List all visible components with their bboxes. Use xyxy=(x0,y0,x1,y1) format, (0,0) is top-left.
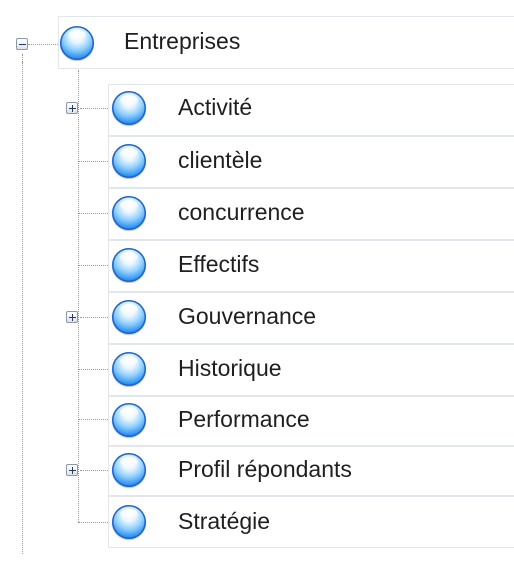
tree-node-concurrence[interactable] xyxy=(108,188,514,240)
minus-icon xyxy=(19,44,26,45)
globe-node-icon xyxy=(112,144,146,178)
tree-node-strategie[interactable] xyxy=(108,496,514,548)
tree-node-clientele[interactable] xyxy=(108,136,514,188)
tree-node-label: Activité xyxy=(178,94,253,120)
tree-node-label: Performance xyxy=(178,406,310,432)
globe-node-icon xyxy=(112,352,146,386)
branch-line xyxy=(80,108,108,109)
tree-view: Entreprises Activité clientèle concurren… xyxy=(0,0,514,562)
globe-node-icon xyxy=(112,505,146,539)
tree-node-label: clientèle xyxy=(178,147,263,173)
expand-toggle-gouvernance[interactable] xyxy=(66,311,78,323)
tree-node-historique[interactable] xyxy=(108,344,514,396)
tree-node-label: Gouvernance xyxy=(178,303,317,329)
tree-node-performance[interactable] xyxy=(108,396,514,446)
branch-line xyxy=(78,265,108,266)
children-connector-line xyxy=(78,70,79,522)
expand-toggle-profil-repondants[interactable] xyxy=(66,464,78,476)
tree-node-activite[interactable] xyxy=(108,84,514,136)
tree-node-label: concurrence xyxy=(178,199,305,225)
tree-node-label: Profil répondants xyxy=(178,456,352,482)
root-branch-line xyxy=(28,44,58,45)
branch-line xyxy=(78,419,108,420)
collapse-toggle-entreprises[interactable] xyxy=(16,38,28,50)
branch-line xyxy=(78,369,108,370)
branch-line xyxy=(78,161,108,162)
tree-node-label: Stratégie xyxy=(178,508,271,534)
tree-node-label: Historique xyxy=(178,355,282,381)
globe-node-icon xyxy=(112,91,146,125)
expand-toggle-activite[interactable] xyxy=(66,102,78,114)
globe-node-icon xyxy=(112,403,146,437)
branch-line xyxy=(78,522,108,523)
branch-line xyxy=(78,213,108,214)
branch-line xyxy=(80,470,108,471)
tree-node-label: Effectifs xyxy=(178,251,260,277)
globe-node-icon xyxy=(112,453,146,487)
tree-node-label: Entreprises xyxy=(124,28,241,54)
tree-node-effectifs[interactable] xyxy=(108,240,514,292)
globe-node-icon xyxy=(112,300,146,334)
root-connector-line xyxy=(22,54,23,62)
branch-line xyxy=(80,317,108,318)
tree-guide-line xyxy=(22,62,23,554)
globe-node-icon xyxy=(60,26,94,60)
globe-node-icon xyxy=(112,196,146,230)
globe-node-icon xyxy=(112,248,146,282)
